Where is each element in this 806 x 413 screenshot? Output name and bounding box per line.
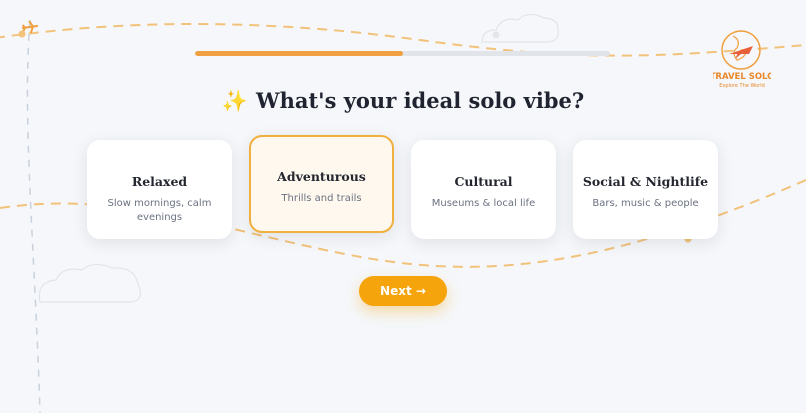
option-title: Social & Nightlife [582,174,709,189]
option-title: Cultural [454,174,513,189]
progress-bar [195,51,610,56]
airplane-icon [21,20,39,34]
option-card-relaxed[interactable]: Relaxed Slow mornings, calm evenings [87,140,232,239]
cloud-top [480,13,559,43]
path-dot [492,31,500,39]
travel-solo-logo: TRAVEL SOLO Explore The World [710,24,774,92]
page-title: ✨ What's your ideal solo vibe? [0,88,806,114]
cloud-bottom [38,263,141,303]
progress-fill [195,51,403,56]
brand-name: TRAVEL SOLO [713,72,771,82]
option-card-adventurous[interactable]: Adventurous Thrills and trails [249,135,394,233]
option-title: Adventurous [277,169,366,184]
option-card-social-nightlife[interactable]: Social & Nightlife Bars, music & people [573,140,718,239]
option-description: Slow mornings, calm evenings [107,198,212,223]
option-description: Thrills and trails [281,193,362,204]
option-description: Museums & local life [431,198,536,209]
flight-path-vertical [26,19,41,413]
option-description: Bars, music & people [592,198,699,209]
option-title: Relaxed [131,174,188,189]
question-text: What's your ideal solo vibe? [256,88,585,113]
path-dot [18,30,26,38]
option-card-cultural[interactable]: Cultural Museums & local life [411,140,556,239]
next-button[interactable]: Next → [359,276,447,306]
sparkles-emoji: ✨ [221,88,248,113]
